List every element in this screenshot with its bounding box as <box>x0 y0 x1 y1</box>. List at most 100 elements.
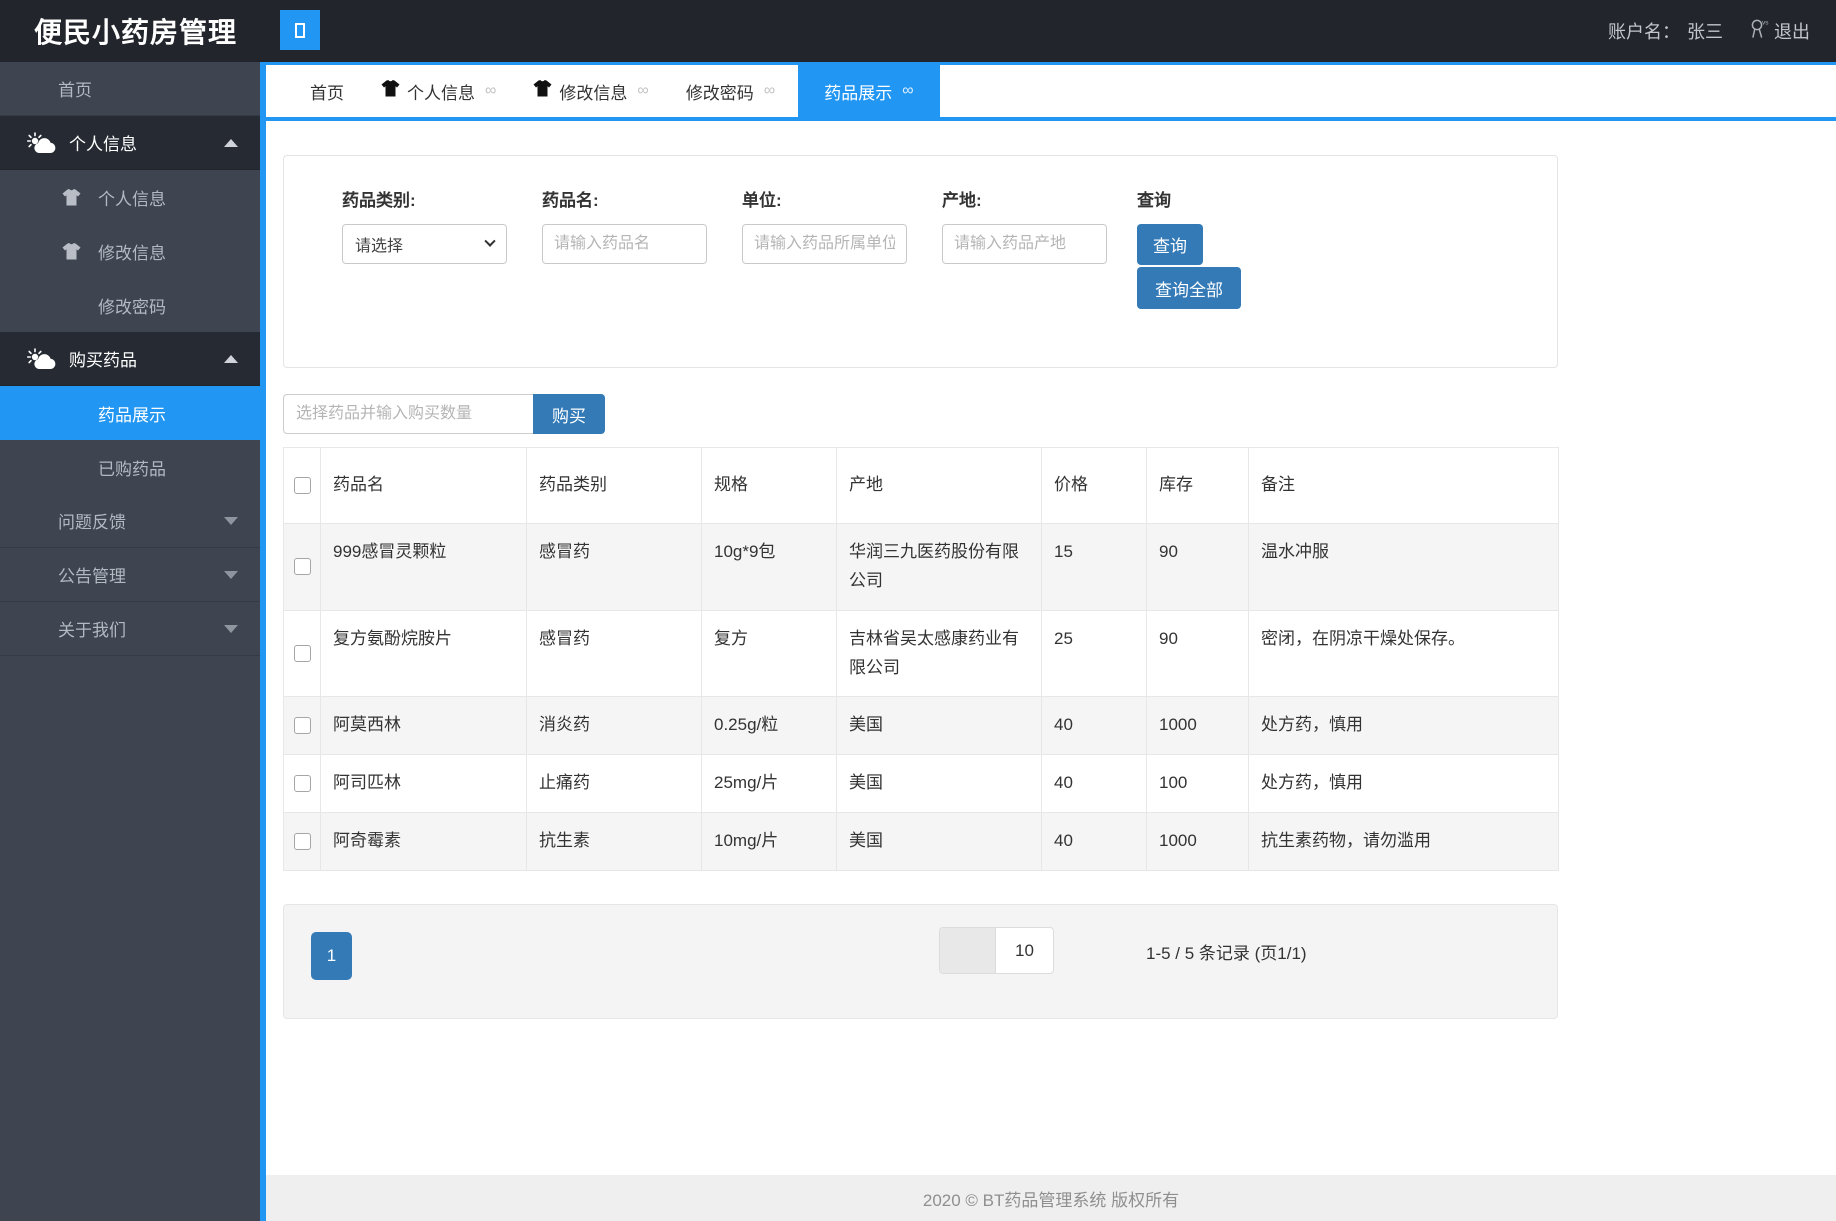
cell-规格: 25mg/片 <box>701 754 837 814</box>
filter-category: 药品类别: 请选择 <box>342 186 542 309</box>
row-checkbox[interactable] <box>293 833 311 851</box>
body-row: 首页 个人信息 个人信息 修改信息 修改密码 购买药品 药品展示 已购药品 问题反馈 公告… <box>0 62 1836 1221</box>
column-header-价格: 价格 <box>1041 447 1147 524</box>
content-area: 药品类别: 请选择 药品名: 单位: <box>266 121 1836 1175</box>
table-row: 复方氨酚烷胺片 感冒药 复方 吉林省吴太感康药业有限公司 25 90 密闭，在阴凉干燥处保存… <box>283 609 1559 698</box>
sidebar-item-修改密码-4[interactable]: 修改密码 <box>0 278 260 332</box>
drug-table-body: 999感冒灵颗粒 感冒药 10g*9包 华润三九医药股份有限公司 15 90 温水冲服 复方氨… <box>283 522 1559 872</box>
buy-button[interactable]: 购买 <box>533 394 605 434</box>
select-all-cell <box>283 447 321 524</box>
query-button[interactable]: 查询 <box>1137 224 1203 265</box>
cell-药品名: 阿莫西林 <box>320 696 527 756</box>
cell-产地: 美国 <box>836 754 1042 814</box>
cell-备注: 温水冲服 <box>1248 522 1559 611</box>
cell-价格: 40 <box>1041 812 1147 872</box>
tab-修改信息[interactable]: 修改信息 ∞ <box>519 65 662 117</box>
sidebar-item-个人信息-2[interactable]: 个人信息 <box>0 170 260 224</box>
tab-close-icon[interactable]: ∞ <box>637 82 648 100</box>
cell-药品名: 999感冒灵颗粒 <box>320 522 527 611</box>
select-all-checkbox[interactable] <box>293 476 311 494</box>
tab-药品展示[interactable]: 药品展示 ∞ <box>798 65 940 117</box>
app-header: 便民小药房管理 账户名： 张三 vs 退出 <box>0 0 1836 62</box>
account-label: 账户名： <box>1608 22 1680 42</box>
row-checkbox[interactable] <box>293 645 311 663</box>
tab-个人信息[interactable]: 个人信息 ∞ <box>367 65 510 117</box>
cell-药品类别: 止痛药 <box>526 754 702 814</box>
record-summary: 1-5 / 5 条记录 (页1/1) <box>1146 944 1307 964</box>
filter-query-column: 查询 查询 查询全部 <box>1137 186 1337 309</box>
logout-link[interactable]: vs 退出 <box>1748 18 1810 44</box>
row-checkbox[interactable] <box>293 775 311 793</box>
sidebar-item-关于我们-10[interactable]: 关于我们 <box>0 602 260 656</box>
drug-table-head: 药品名 药品类别 规格 产地 价格 库存 备注 <box>283 447 1559 524</box>
drug-table: 药品名 药品类别 规格 产地 价格 库存 备注 999感冒灵颗粒 感冒药 10g*9包 华润三九医… <box>283 447 1559 872</box>
sidebar-item-label: 关于我们 <box>58 621 126 640</box>
table-row: 阿司匹林 止痛药 25mg/片 美国 40 100 处方药，慎用 <box>283 754 1559 814</box>
row-checkbox[interactable] <box>293 717 311 735</box>
tab-close-icon[interactable]: ∞ <box>485 82 496 100</box>
sidebar-item-label: 药品展示 <box>98 405 166 425</box>
copyright-text: 2020 © BT药品管理系统 版权所有 <box>922 1190 1180 1210</box>
sidebar-item-问题反馈-8[interactable]: 问题反馈 <box>0 494 260 548</box>
sidebar-item-首页-0[interactable]: 首页 <box>0 62 260 116</box>
drug-unit-input[interactable] <box>742 224 907 264</box>
caret-down-icon <box>224 516 238 525</box>
menu-toggle-icon <box>295 22 305 38</box>
query-label: 查询 <box>1137 191 1171 210</box>
tshirt-icon <box>381 80 400 102</box>
tab-label: 个人信息 <box>407 83 475 103</box>
sidebar-toggle-button[interactable] <box>280 10 320 50</box>
query-all-button[interactable]: 查询全部 <box>1137 267 1241 309</box>
search-filter-panel: 药品类别: 请选择 药品名: 单位: <box>283 155 1558 368</box>
pharmacy-admin-page: 便民小药房管理 账户名： 张三 vs 退出 首页 个人信息 个人信息 修改信息 <box>0 0 1836 1221</box>
page-size-selector[interactable]: 10 <box>939 927 1054 975</box>
chevron-down-icon <box>484 235 496 247</box>
column-header-备注: 备注 <box>1248 447 1559 524</box>
sidebar-item-药品展示-6[interactable]: 药品展示 <box>0 386 260 440</box>
sidebar-item-label: 修改密码 <box>98 297 166 317</box>
cell-规格: 复方 <box>701 609 837 698</box>
cell-价格: 15 <box>1041 522 1147 611</box>
sidebar-item-个人信息-1[interactable]: 个人信息 <box>0 116 260 170</box>
unit-label: 单位: <box>742 191 782 210</box>
cell-药品类别: 感冒药 <box>526 609 702 698</box>
column-header-药品名: 药品名 <box>320 447 527 524</box>
table-header-row: 药品名 药品类别 规格 产地 价格 库存 备注 <box>283 447 1559 524</box>
app-title: 便民小药房管理 <box>34 17 238 48</box>
cell-库存: 100 <box>1146 754 1249 814</box>
sidebar-item-已购药品-7[interactable]: 已购药品 <box>0 440 260 494</box>
tab-label: 首页 <box>310 83 344 103</box>
row-checkbox[interactable] <box>293 558 311 576</box>
drug-name-input[interactable] <box>542 224 707 264</box>
cell-规格: 10mg/片 <box>701 812 837 872</box>
tab-close-icon[interactable]: ∞ <box>902 82 913 100</box>
tab-修改密码[interactable]: 修改密码 ∞ <box>672 65 789 117</box>
main-area: 首页 个人信息 ∞ 修改信息 ∞ 修改密码 ∞ 药品展示 ∞ 药品类别: 请选择 药品名: <box>260 62 1836 1221</box>
cell-库存: 90 <box>1146 522 1249 611</box>
page-size-value: 10 <box>1015 940 1034 960</box>
tab-label: 药品展示 <box>824 83 893 103</box>
column-header-库存: 库存 <box>1146 447 1249 524</box>
purchase-quantity-input[interactable] <box>283 394 533 434</box>
page-1-button[interactable]: 1 <box>311 932 352 981</box>
tab-close-icon[interactable]: ∞ <box>764 82 775 100</box>
tab-label: 修改密码 <box>685 83 754 103</box>
sidebar-item-公告管理-9[interactable]: 公告管理 <box>0 548 260 602</box>
category-label: 药品类别: <box>342 191 416 210</box>
cell-药品类别: 消炎药 <box>526 696 702 756</box>
sidebar-item-修改信息-3[interactable]: 修改信息 <box>0 224 260 278</box>
cell-备注: 抗生素药物，请勿滥用 <box>1248 812 1559 872</box>
pagination-bar: 1 10 1-5 / 5 条记录 (页1/1) <box>283 904 1558 1020</box>
filter-origin: 产地: <box>942 186 1137 309</box>
drug-origin-input[interactable] <box>942 224 1107 264</box>
sidebar-item-label: 问题反馈 <box>58 513 126 532</box>
category-select[interactable]: 请选择 <box>342 224 507 264</box>
tab-首页[interactable]: 首页 <box>296 65 358 117</box>
cell-药品名: 阿司匹林 <box>320 754 527 814</box>
table-row: 999感冒灵颗粒 感冒药 10g*9包 华润三九医药股份有限公司 15 90 温水冲服 <box>283 522 1559 611</box>
category-select-value: 请选择 <box>355 238 404 255</box>
medal-icon: vs <box>1748 18 1770 44</box>
sidebar-item-购买药品-5[interactable]: 购买药品 <box>0 332 260 386</box>
cell-价格: 40 <box>1041 696 1147 756</box>
sidebar-item-label: 公告管理 <box>58 567 126 586</box>
